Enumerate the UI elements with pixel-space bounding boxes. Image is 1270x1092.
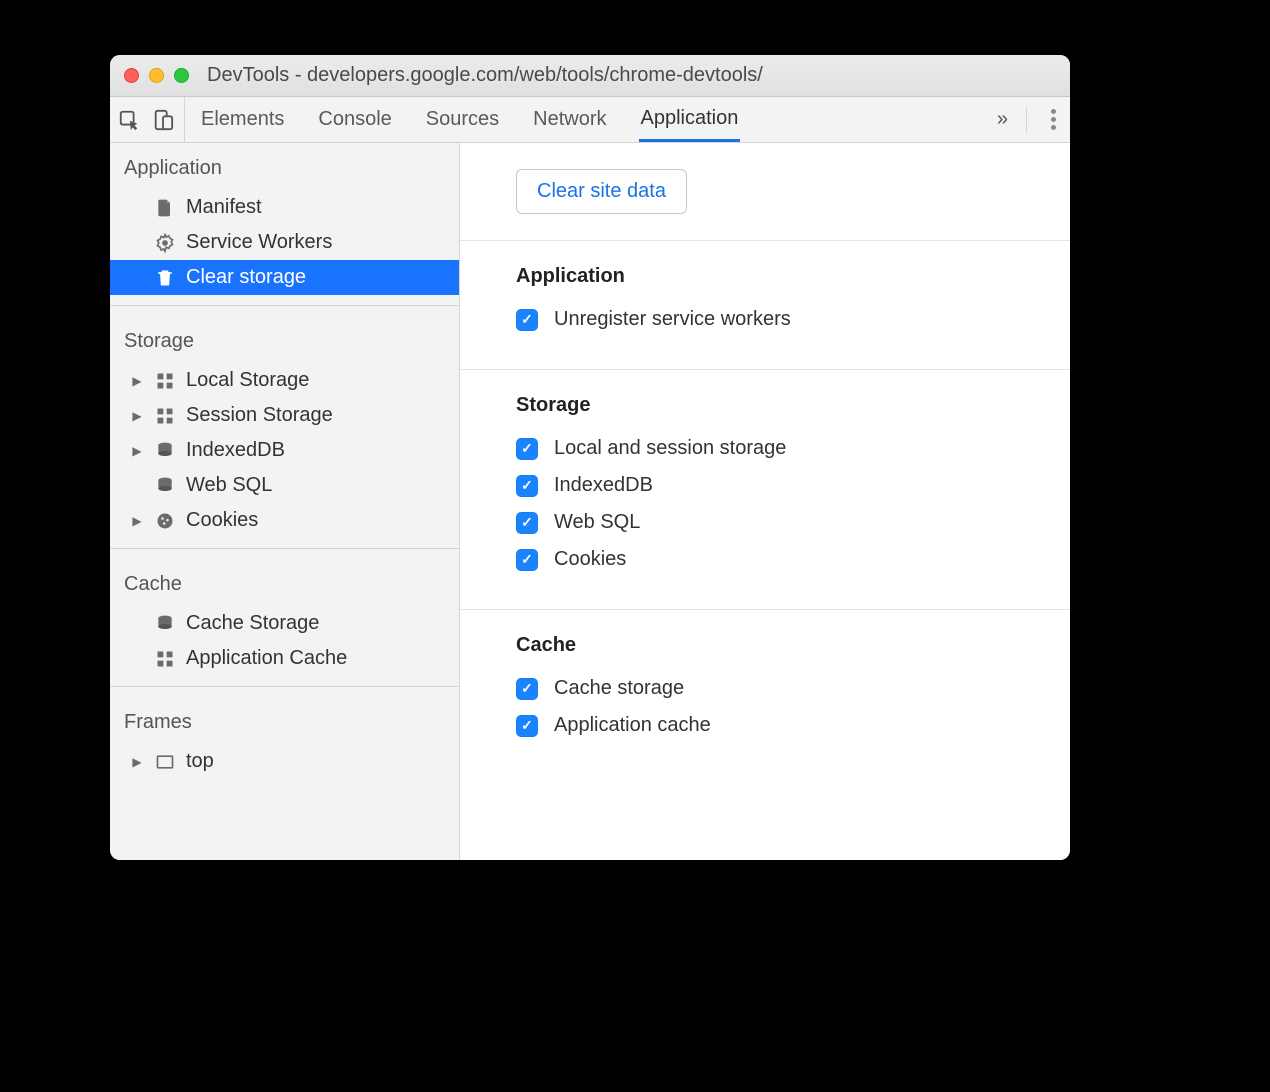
checkbox-label: Unregister service workers — [554, 308, 791, 331]
kebab-menu-icon[interactable] — [1045, 109, 1062, 130]
sidebar-item-label: Web SQL — [186, 474, 272, 497]
sidebar-item-label: Manifest — [186, 196, 262, 219]
sidebar-item-service-workers[interactable]: Service Workers — [110, 225, 459, 260]
cookie-icon — [154, 510, 176, 532]
checkbox-unregister-service-workers[interactable]: ✓ — [516, 309, 538, 331]
device-toolbar-icon[interactable] — [152, 109, 174, 131]
sidebar-item-local-storage[interactable]: ▶ Local Storage — [110, 363, 459, 398]
divider — [110, 548, 459, 549]
checkbox-row: ✓ Cookies — [516, 548, 1014, 571]
database-icon — [154, 613, 176, 635]
grid-icon — [154, 405, 176, 427]
checkbox-local-and-session-storage[interactable]: ✓ — [516, 438, 538, 460]
expand-arrow-icon: ▶ — [130, 444, 144, 458]
sidebar-item-label: Service Workers — [186, 231, 332, 254]
sidebar-item-label: Clear storage — [186, 266, 306, 289]
close-window-button[interactable] — [124, 68, 139, 83]
section-title: Cache — [516, 634, 1014, 657]
checkbox-label: Cookies — [554, 548, 626, 571]
divider — [1026, 107, 1027, 133]
tab-sources[interactable]: Sources — [424, 97, 501, 142]
section-title: Storage — [516, 394, 1014, 417]
checkbox-row: ✓ Local and session storage — [516, 437, 1014, 460]
divider — [110, 305, 459, 306]
sidebar-item-indexeddb[interactable]: ▶ IndexedDB — [110, 433, 459, 468]
tab-elements[interactable]: Elements — [199, 97, 286, 142]
checkbox-indexeddb[interactable]: ✓ — [516, 475, 538, 497]
section-application: Application ✓ Unregister service workers — [460, 240, 1070, 369]
sidebar-item-top[interactable]: ▶ top — [110, 744, 459, 779]
clear-storage-panel: Clear site data Application ✓ Unregister se… — [460, 143, 1070, 860]
checkbox-cache-storage[interactable]: ✓ — [516, 678, 538, 700]
sidebar-group-title: Cache — [110, 559, 459, 606]
checkbox-cookies[interactable]: ✓ — [516, 549, 538, 571]
devtools-window: DevTools - developers.google.com/web/too… — [110, 55, 1070, 860]
minimize-window-button[interactable] — [149, 68, 164, 83]
section-storage: Storage ✓ Local and session storage ✓ Indexe… — [460, 369, 1070, 609]
more-tabs-icon[interactable]: » — [997, 108, 1008, 131]
expand-arrow-icon: ▶ — [130, 514, 144, 528]
file-icon — [154, 197, 176, 219]
grid-icon — [154, 370, 176, 392]
sidebar-item-session-storage[interactable]: ▶ Session Storage — [110, 398, 459, 433]
checkbox-row: ✓ Application cache — [516, 714, 1014, 737]
divider — [110, 686, 459, 687]
sidebar-item-web-sql[interactable]: Web SQL — [110, 468, 459, 503]
tab-console[interactable]: Console — [316, 97, 393, 142]
section-title: Application — [516, 265, 1014, 288]
traffic-lights — [124, 68, 189, 83]
sidebar-group-title: Frames — [110, 697, 459, 744]
checkbox-label: Web SQL — [554, 511, 640, 534]
sidebar-item-clear-storage[interactable]: Clear storage — [110, 260, 459, 295]
sidebar-item-application-cache[interactable]: Application Cache — [110, 641, 459, 676]
expand-arrow-icon: ▶ — [130, 374, 144, 388]
expand-arrow-icon: ▶ — [130, 409, 144, 423]
sidebar-item-cookies[interactable]: ▶ Cookies — [110, 503, 459, 538]
expand-arrow-icon: ▶ — [130, 755, 144, 769]
sidebar-item-label: IndexedDB — [186, 439, 285, 462]
database-icon — [154, 440, 176, 462]
panel-body: Application Manifest Service Workers Clear … — [110, 143, 1070, 860]
checkbox-label: Cache storage — [554, 677, 684, 700]
clear-site-data-row: Clear site data — [460, 143, 1070, 240]
tab-application[interactable]: Application — [639, 97, 741, 142]
sidebar-item-label: Local Storage — [186, 369, 309, 392]
checkbox-label: IndexedDB — [554, 474, 653, 497]
sidebar-item-label: Session Storage — [186, 404, 333, 427]
gear-icon — [154, 232, 176, 254]
checkbox-label: Local and session storage — [554, 437, 786, 460]
clear-site-data-button[interactable]: Clear site data — [516, 169, 687, 214]
section-cache: Cache ✓ Cache storage ✓ Application cache — [460, 609, 1070, 775]
sidebar-item-cache-storage[interactable]: Cache Storage — [110, 606, 459, 641]
application-sidebar: Application Manifest Service Workers Clear … — [110, 143, 460, 860]
checkbox-row: ✓ Unregister service workers — [516, 308, 1014, 331]
checkbox-row: ✓ Web SQL — [516, 511, 1014, 534]
sidebar-item-label: Application Cache — [186, 647, 347, 670]
zoom-window-button[interactable] — [174, 68, 189, 83]
checkbox-web-sql[interactable]: ✓ — [516, 512, 538, 534]
checkbox-application-cache[interactable]: ✓ — [516, 715, 538, 737]
trash-icon — [154, 267, 176, 289]
titlebar: DevTools - developers.google.com/web/too… — [110, 55, 1070, 97]
devtools-tabstrip: Elements Console Sources Network Application… — [110, 97, 1070, 143]
sidebar-group-title: Application — [110, 143, 459, 190]
frame-icon — [154, 751, 176, 773]
sidebar-item-label: Cache Storage — [186, 612, 319, 635]
window-title: DevTools - developers.google.com/web/too… — [207, 64, 763, 87]
tab-network[interactable]: Network — [531, 97, 608, 142]
checkbox-row: ✓ Cache storage — [516, 677, 1014, 700]
database-icon — [154, 475, 176, 497]
grid-icon — [154, 648, 176, 670]
checkbox-row: ✓ IndexedDB — [516, 474, 1014, 497]
sidebar-item-manifest[interactable]: Manifest — [110, 190, 459, 225]
sidebar-group-title: Storage — [110, 316, 459, 363]
inspect-element-icon[interactable] — [118, 109, 140, 131]
sidebar-item-label: top — [186, 750, 214, 773]
sidebar-item-label: Cookies — [186, 509, 258, 532]
checkbox-label: Application cache — [554, 714, 711, 737]
